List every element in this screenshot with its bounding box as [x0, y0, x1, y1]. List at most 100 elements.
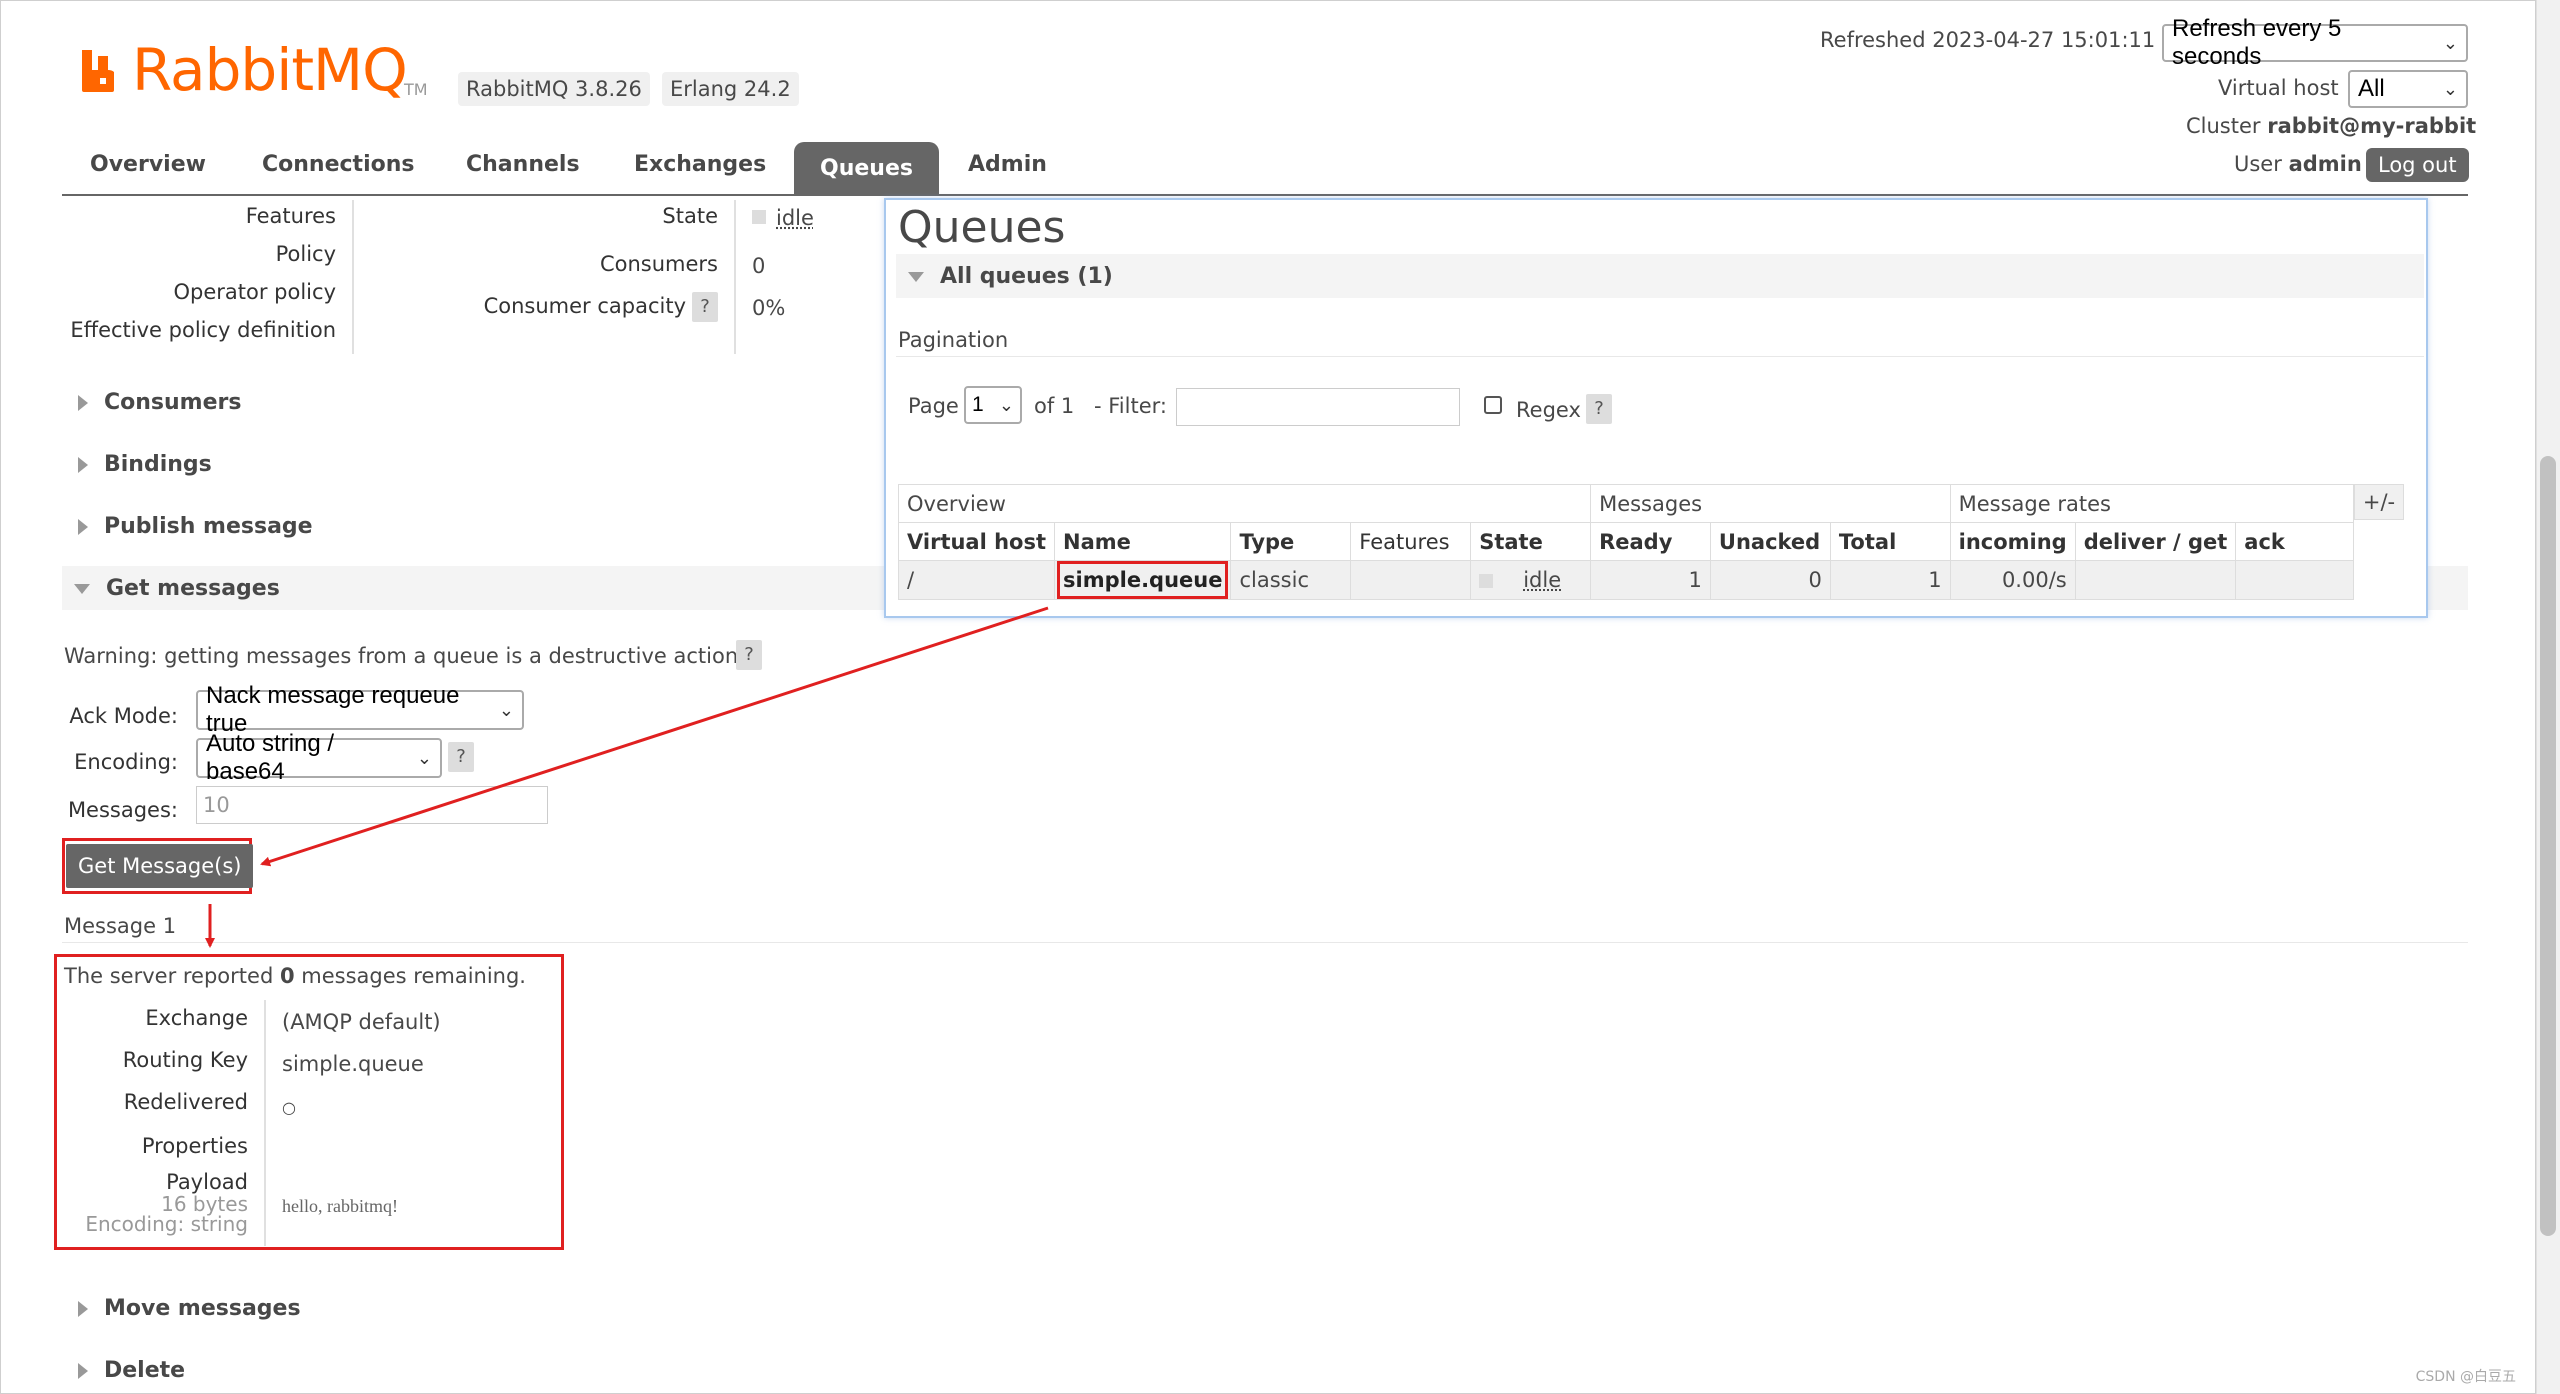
cluster-name: rabbit@my-rabbit — [2267, 114, 2477, 138]
payload-value: hello, rabbitmq! — [282, 1196, 398, 1216]
section-publish-label: Publish message — [104, 514, 313, 539]
divider — [352, 200, 354, 354]
state-label: State — [662, 204, 718, 228]
chevron-down-icon: ⌄ — [498, 699, 514, 720]
tab-connections[interactable]: Connections — [262, 152, 414, 177]
col-virtual-host[interactable]: Virtual host — [897, 522, 1056, 561]
message-heading: Message 1 — [64, 914, 177, 938]
table-group-header: Overview Messages Message rates — [897, 484, 2355, 523]
tab-queues[interactable]: Queues — [794, 142, 939, 196]
section-publish-message[interactable]: Publish message — [78, 514, 313, 539]
server-reported-pre: The server reported — [64, 964, 274, 988]
payload-encoding: Encoding: string — [85, 1212, 248, 1236]
cell-ack — [2235, 560, 2354, 600]
col-type[interactable]: Type — [1230, 522, 1352, 561]
table-row[interactable]: / simple.queue classic idle 1 0 1 0.00/s — [897, 560, 2354, 600]
section-consumers[interactable]: Consumers — [78, 390, 241, 415]
tab-channels[interactable]: Channels — [466, 152, 580, 177]
filter-label: - Filter: — [1094, 394, 1167, 418]
scrollbar-thumb[interactable] — [2540, 456, 2556, 1236]
cell-vhost: / — [897, 560, 1056, 600]
section-delete-label: Delete — [104, 1358, 186, 1383]
col-unacked[interactable]: Unacked — [1709, 522, 1831, 561]
consumer-capacity-value: 0% — [752, 296, 786, 320]
section-move-messages[interactable]: Move messages — [78, 1296, 301, 1321]
col-state[interactable]: State — [1470, 522, 1592, 561]
routing-key-value: simple.queue — [282, 1052, 424, 1076]
col-ack[interactable]: ack — [2235, 522, 2354, 561]
divider — [62, 942, 2468, 943]
page-value: 1 — [972, 393, 984, 416]
section-delete[interactable]: Delete — [78, 1358, 185, 1383]
encoding-select[interactable]: Auto string / base64 ⌄ — [196, 730, 442, 785]
vhost-select[interactable]: All ⌄ — [2348, 70, 2468, 108]
col-deliver-get[interactable]: deliver / get — [2074, 522, 2237, 561]
col-name[interactable]: Name — [1054, 522, 1232, 561]
queues-panel: Queues All queues (1) Pagination Page 1 … — [884, 198, 2428, 618]
routing-key-label: Routing Key — [122, 1048, 248, 1072]
col-incoming[interactable]: incoming — [1949, 522, 2076, 561]
divider — [264, 1000, 266, 1246]
page-label: Page — [908, 394, 959, 418]
logout-button[interactable]: Log out — [2366, 148, 2469, 182]
operator-policy-label: Operator policy — [173, 280, 337, 304]
server-reported-text: The server reported 0 messages remaining… — [64, 964, 526, 988]
collapse-arrow-icon — [74, 584, 90, 594]
expand-arrow-icon — [78, 1301, 88, 1317]
consumer-capacity-label: Consumer capacity — [483, 294, 686, 318]
trademark: TM — [404, 80, 428, 99]
tab-exchanges[interactable]: Exchanges — [634, 152, 766, 177]
regex-label: Regex — [1516, 398, 1581, 422]
help-icon[interactable]: ? — [448, 742, 474, 772]
section-get-label: Get messages — [106, 576, 280, 601]
help-icon[interactable]: ? — [736, 640, 762, 670]
filter-input[interactable] — [1176, 388, 1460, 426]
tab-overview[interactable]: Overview — [90, 152, 206, 177]
divider — [896, 356, 2424, 357]
cell-unacked: 0 — [1709, 560, 1831, 600]
queue-name-link[interactable]: simple.queue — [1057, 561, 1229, 599]
group-message-rates: Message rates — [1949, 484, 2355, 523]
col-ready[interactable]: Ready — [1590, 522, 1711, 561]
expand-arrow-icon — [78, 457, 88, 473]
section-consumers-label: Consumers — [104, 390, 242, 415]
state-indicator-icon — [752, 210, 766, 224]
state-indicator-icon — [1479, 574, 1494, 588]
chevron-down-icon: ⌄ — [2442, 78, 2458, 99]
cell-total: 1 — [1829, 560, 1951, 600]
help-icon[interactable]: ? — [1586, 394, 1612, 424]
refresh-interval-value: Refresh every 5 seconds — [2172, 15, 2342, 70]
chevron-down-icon: ⌄ — [416, 747, 432, 768]
expand-arrow-icon — [78, 395, 88, 411]
cell-state-value: idle — [1523, 568, 1562, 592]
policy-label: Policy — [275, 242, 336, 266]
pagination-label: Pagination — [898, 328, 1009, 352]
col-total[interactable]: Total — [1829, 522, 1951, 561]
regex-checkbox[interactable] — [1484, 396, 1502, 414]
all-queues-toggle[interactable]: All queues (1) — [908, 264, 1113, 289]
consumers-count-value: 0 — [752, 254, 766, 278]
ack-mode-select[interactable]: Nack message requeue true ⌄ — [196, 682, 524, 737]
cell-ready: 1 — [1590, 560, 1711, 600]
cell-features — [1350, 560, 1472, 600]
col-features[interactable]: Features — [1350, 522, 1472, 561]
watermark: CSDN @白豆五 — [2415, 1369, 2516, 1385]
cluster-label: Cluster — [2186, 114, 2261, 138]
messages-count-input[interactable]: 10 — [196, 786, 548, 824]
vhost-label: Virtual host — [2218, 76, 2339, 100]
tab-admin[interactable]: Admin — [968, 152, 1047, 177]
get-messages-button[interactable]: Get Message(s) — [66, 844, 254, 888]
help-icon[interactable]: ? — [692, 292, 718, 322]
cell-incoming: 0.00/s — [1949, 560, 2076, 600]
exchange-label: Exchange — [145, 1006, 248, 1030]
section-get-messages[interactable]: Get messages — [74, 576, 280, 601]
state-value: idle — [776, 206, 814, 230]
columns-toggle-button[interactable]: +/- — [2354, 484, 2404, 520]
page-select[interactable]: 1 ⌄ — [964, 386, 1022, 424]
section-bindings[interactable]: Bindings — [78, 452, 212, 477]
consumers-count-label: Consumers — [599, 252, 718, 276]
features-label: Features — [245, 204, 336, 228]
refresh-interval-select[interactable]: Refresh every 5 seconds ⌄ — [2162, 15, 2468, 70]
messages-count-label: Messages: — [67, 798, 178, 822]
group-messages: Messages — [1590, 484, 1951, 523]
